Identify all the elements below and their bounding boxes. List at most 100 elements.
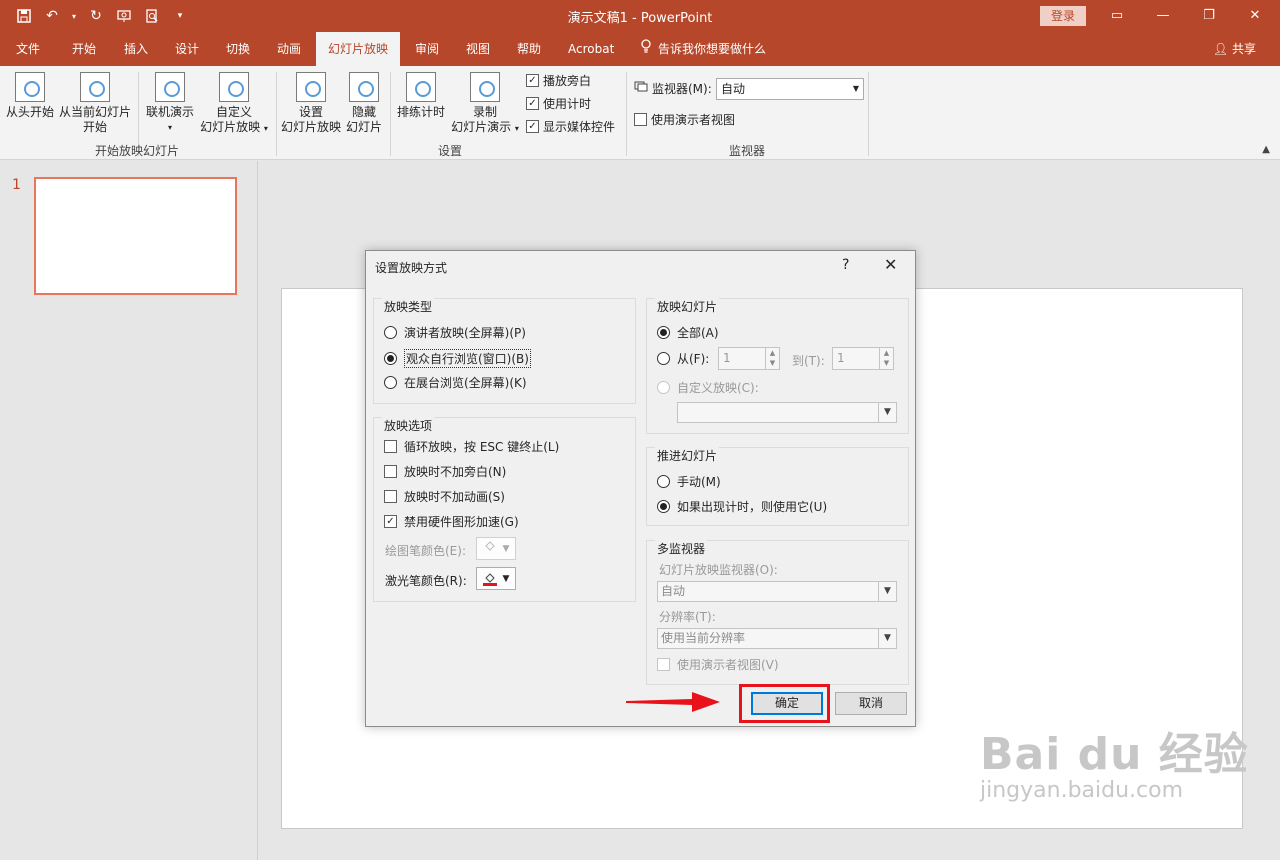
monitor-label: 监视器(M): <box>652 82 712 96</box>
checkbox-unchecked[interactable] <box>384 465 397 478</box>
monitor-select-value: 自动 <box>721 82 746 96</box>
tab-acrobat[interactable]: Acrobat <box>568 32 614 66</box>
show-media-controls-checkbox[interactable]: ✓ 显示媒体控件 <box>526 118 615 135</box>
close-icon[interactable]: ✕ <box>884 255 897 274</box>
disable-hw-label: 禁用硬件图形加速(G) <box>404 515 519 529</box>
use-timings-option[interactable]: 如果出现计时，则使用它(U) <box>657 498 827 515</box>
pen-color-button: ▼ <box>476 537 516 560</box>
minimize-icon[interactable]: — <box>1152 6 1174 26</box>
rehearse-timings-button[interactable]: 排练计时 <box>394 72 448 120</box>
group-label-start-show: 开始放映幻灯片 <box>95 144 180 158</box>
ribbon-divider <box>626 72 627 156</box>
tab-animations[interactable]: 动画 <box>277 32 301 66</box>
all-slides-option[interactable]: 全部(A) <box>657 324 719 341</box>
hide-slide-button[interactable]: 隐藏 幻灯片 <box>344 72 384 135</box>
no-narration-checkbox[interactable]: 放映时不加旁白(N) <box>384 463 506 480</box>
close-icon[interactable]: ✕ <box>1244 6 1266 26</box>
from-beginning-button[interactable]: 从头开始 <box>4 72 56 120</box>
loop-until-esc-checkbox[interactable]: 循环放映，按 ESC 键终止(L) <box>384 438 559 455</box>
show-monitor-select: 自动 ▼ <box>657 581 897 602</box>
custom-slide-show-button[interactable]: 自定义 幻灯片放映 ▾ <box>198 72 270 136</box>
presenter-fullscreen-label: 演讲者放映(全屏幕)(P) <box>404 326 526 340</box>
spin-arrows-icon[interactable]: ▲ ▼ <box>765 348 779 369</box>
tab-slide-show[interactable]: 幻灯片放映 <box>316 32 401 66</box>
share-button[interactable]: 👤︎ 共享 <box>1213 32 1256 66</box>
manual-advance-option[interactable]: 手动(M) <box>657 473 721 490</box>
multiple-monitors-legend: 多监视器 <box>655 540 708 557</box>
watermark-line1: Bai du 经验 <box>980 729 1249 780</box>
record-slide-show-button[interactable]: 录制 幻灯片演示 ▾ <box>450 72 520 136</box>
checkbox-checked[interactable]: ✓ <box>526 74 539 87</box>
kiosk-option[interactable]: 在展台浏览(全屏幕)(K) <box>384 374 527 391</box>
tab-home[interactable]: 开始 <box>72 32 96 66</box>
show-monitor-value: 自动 <box>661 584 686 598</box>
setup-label-line1: 设置 <box>298 105 323 119</box>
presenter-fullscreen-option[interactable]: 演讲者放映(全屏幕)(P) <box>384 324 526 341</box>
tab-help[interactable]: 帮助 <box>517 32 541 66</box>
custom-show-label-line1: 自定义 <box>215 105 252 119</box>
set-up-slide-show-button[interactable]: 设置 幻灯片放映 <box>280 72 342 135</box>
from-current-label-line2: 开始 <box>82 120 107 134</box>
title-bar: ↶ ▾ ↻ ▾ 演示文稿1 - PowerPoint 登录 ▭ — ❐ ✕ <box>0 0 1280 32</box>
no-animation-checkbox[interactable]: 放映时不加动画(S) <box>384 488 505 505</box>
chevron-down-icon: ▼ <box>852 84 859 93</box>
radio-unselected[interactable] <box>657 475 670 488</box>
checkbox-unchecked[interactable] <box>384 490 397 503</box>
radio-selected[interactable] <box>384 352 397 365</box>
checkbox-checked[interactable]: ✓ <box>526 120 539 133</box>
spin-arrows-icon[interactable]: ▲ ▼ <box>879 348 893 369</box>
play-from-start-icon <box>15 72 45 102</box>
ribbon-divider <box>276 72 277 156</box>
radio-unselected[interactable] <box>384 376 397 389</box>
radio-unselected[interactable] <box>657 352 670 365</box>
help-icon[interactable]: ? <box>842 257 849 273</box>
to-slide-spinner[interactable]: 1 ▲ ▼ <box>832 347 894 370</box>
ribbon-display-options-icon[interactable]: ▭ <box>1106 6 1128 26</box>
slide-thumbnail[interactable] <box>34 177 237 295</box>
use-timings-checkbox[interactable]: ✓ 使用计时 <box>526 95 591 112</box>
chevron-down-icon: ▾ <box>263 124 268 133</box>
present-online-button[interactable]: 联机演示 ▾ <box>142 72 198 135</box>
play-narrations-checkbox[interactable]: ✓ 播放旁白 <box>526 72 591 89</box>
chevron-down-icon: ▼ <box>502 573 510 584</box>
tab-view[interactable]: 视图 <box>466 32 490 66</box>
checkbox-checked[interactable]: ✓ <box>384 515 397 528</box>
radio-selected[interactable] <box>657 500 670 513</box>
baidu-jingyan-watermark: Bai du 经验 jingyan.baidu.com <box>980 718 1249 803</box>
radio-unselected[interactable] <box>384 326 397 339</box>
collapse-ribbon-icon[interactable]: ▲ <box>1262 144 1270 155</box>
monitor-label-row: 监视器(M): <box>634 80 712 97</box>
tab-file[interactable]: 文件 <box>16 32 40 66</box>
paint-bucket-icon <box>483 540 497 557</box>
setup-label-line2: 幻灯片放映 <box>280 120 341 134</box>
to-slide-value: 1 <box>837 351 845 365</box>
restore-icon[interactable]: ❐ <box>1198 6 1220 26</box>
chevron-down-icon: ▼ <box>878 582 896 601</box>
tell-me-search[interactable]: 告诉我你想要做什么 <box>640 32 766 66</box>
chevron-down-icon: ▼ <box>502 543 510 554</box>
globe-icon <box>155 72 185 102</box>
checkbox-unchecked[interactable] <box>634 113 647 126</box>
from-slide-option[interactable]: 从(F): <box>657 350 709 367</box>
laser-color-button[interactable]: ▼ <box>476 567 516 590</box>
disable-hardware-acceleration-checkbox[interactable]: ✓ 禁用硬件图形加速(G) <box>384 513 519 530</box>
cancel-button[interactable]: 取消 <box>835 692 907 715</box>
chevron-down-icon: ▾ <box>167 123 172 132</box>
kiosk-label: 在展台浏览(全屏幕)(K) <box>404 376 527 390</box>
checkbox-unchecked[interactable] <box>384 440 397 453</box>
tab-insert[interactable]: 插入 <box>124 32 148 66</box>
login-button[interactable]: 登录 <box>1040 6 1086 26</box>
browsed-window-option[interactable]: 观众自行浏览(窗口)(B) <box>384 349 531 368</box>
from-current-slide-button[interactable]: 从当前幻灯片 开始 <box>58 72 132 135</box>
tab-design[interactable]: 设计 <box>175 32 199 66</box>
checkbox-checked[interactable]: ✓ <box>526 97 539 110</box>
dialog-presenter-view-label: 使用演示者视图(V) <box>677 658 779 672</box>
tab-transitions[interactable]: 切换 <box>226 32 250 66</box>
from-slide-spinner[interactable]: 1 ▲ ▼ <box>718 347 780 370</box>
monitor-select[interactable]: 自动 ▼ <box>716 78 864 100</box>
monitor-icon <box>634 81 648 96</box>
use-presenter-view-checkbox[interactable]: 使用演示者视图 <box>634 111 735 128</box>
radio-selected[interactable] <box>657 326 670 339</box>
tab-review[interactable]: 审阅 <box>415 32 439 66</box>
setup-show-icon <box>296 72 326 102</box>
